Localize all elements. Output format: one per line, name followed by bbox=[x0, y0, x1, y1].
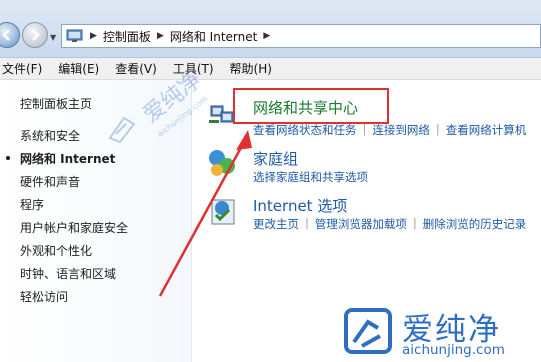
homegroup-link[interactable]: 家庭组 bbox=[253, 148, 298, 169]
watermark-large: 爱纯净 aichunjing.com bbox=[338, 302, 538, 360]
link-divider: | bbox=[305, 216, 309, 230]
homegroup-links: 选择家庭组和共享选项 bbox=[253, 169, 374, 185]
breadcrumb-separator-icon[interactable]: ▶ bbox=[263, 31, 270, 41]
sidebar-item-system-security[interactable]: 系统和安全 bbox=[20, 127, 80, 144]
sidebar-active-row: 网络和 Internet bbox=[0, 150, 190, 166]
active-bullet-icon bbox=[6, 156, 10, 160]
sidebar-item-hardware-sound[interactable]: 硬件和声音 bbox=[20, 173, 80, 190]
forward-arrow-icon bbox=[32, 29, 40, 41]
control-panel-icon bbox=[66, 29, 83, 42]
internet-options-icon bbox=[211, 199, 235, 225]
choose-homegroup-options-link[interactable]: 选择家庭组和共享选项 bbox=[253, 169, 368, 185]
view-network-computers-link[interactable]: 查看网络计算机 bbox=[446, 122, 527, 138]
connect-network-link[interactable]: 连接到网络 bbox=[372, 122, 430, 138]
address-bar-region: ▼ ▶ 控制面板 ▶ 网络和 Internet ▶ bbox=[0, 0, 541, 58]
back-arrow-icon bbox=[2, 29, 10, 41]
sidebar-item-user-accounts[interactable]: 用户帐户和家庭安全 bbox=[20, 219, 128, 236]
highlight-box bbox=[233, 88, 389, 124]
menu-edit[interactable]: 编辑(E) bbox=[58, 60, 99, 77]
watermark-url-large: aichunjing.com bbox=[402, 342, 505, 358]
internet-options-links: 更改主页 | 管理浏览器加载项 | 删除浏览的历史记录 bbox=[253, 216, 532, 232]
menu-help[interactable]: 帮助(H) bbox=[230, 60, 272, 77]
change-homepage-link[interactable]: 更改主页 bbox=[253, 216, 299, 232]
sidebar-item-appearance[interactable]: 外观和个性化 bbox=[20, 242, 92, 259]
breadcrumb-control-panel[interactable]: 控制面板 bbox=[103, 28, 151, 45]
sidebar-item-programs[interactable]: 程序 bbox=[20, 196, 44, 213]
breadcrumb-separator-icon[interactable]: ▶ bbox=[90, 31, 97, 41]
sidebar-home-link[interactable]: 控制面板主页 bbox=[20, 95, 92, 112]
forward-button[interactable] bbox=[22, 22, 48, 48]
back-button[interactable] bbox=[0, 22, 20, 48]
sidebar-item-ease-of-access[interactable]: 轻松访问 bbox=[20, 288, 68, 305]
link-divider: | bbox=[412, 216, 417, 230]
breadcrumb-network-internet[interactable]: 网络和 Internet bbox=[170, 28, 257, 45]
address-input[interactable]: ▶ 控制面板 ▶ 网络和 Internet ▶ bbox=[61, 24, 541, 48]
network-sharing-links: 查看网络状态和任务 | 连接到网络 | 查看网络计算机 bbox=[253, 122, 532, 138]
internet-options-link[interactable]: Internet 选项 bbox=[253, 195, 347, 216]
link-divider: | bbox=[362, 122, 367, 136]
view-network-status-link[interactable]: 查看网络状态和任务 bbox=[253, 122, 357, 138]
menu-file[interactable]: 文件(F) bbox=[2, 60, 42, 77]
delete-history-link[interactable]: 删除浏览的历史记录 bbox=[423, 216, 527, 232]
menu-bar: 文件(F) 编辑(E) 查看(V) 工具(T) 帮助(H) bbox=[0, 58, 541, 80]
sidebar-item-clock-language[interactable]: 时钟、语言和区域 bbox=[20, 265, 116, 282]
watermark-logo-icon bbox=[108, 116, 136, 144]
recent-pages-chevron-icon[interactable]: ▼ bbox=[50, 33, 56, 42]
sidebar-item-network-internet[interactable]: 网络和 Internet bbox=[20, 150, 115, 167]
breadcrumb-separator-icon[interactable]: ▶ bbox=[157, 31, 164, 41]
manage-addons-link[interactable]: 管理浏览器加载项 bbox=[315, 216, 407, 232]
watermark-logo-icon bbox=[344, 308, 392, 354]
watermark-small: 爱纯净 aichunjing.com bbox=[102, 68, 212, 152]
link-divider: | bbox=[435, 122, 440, 136]
